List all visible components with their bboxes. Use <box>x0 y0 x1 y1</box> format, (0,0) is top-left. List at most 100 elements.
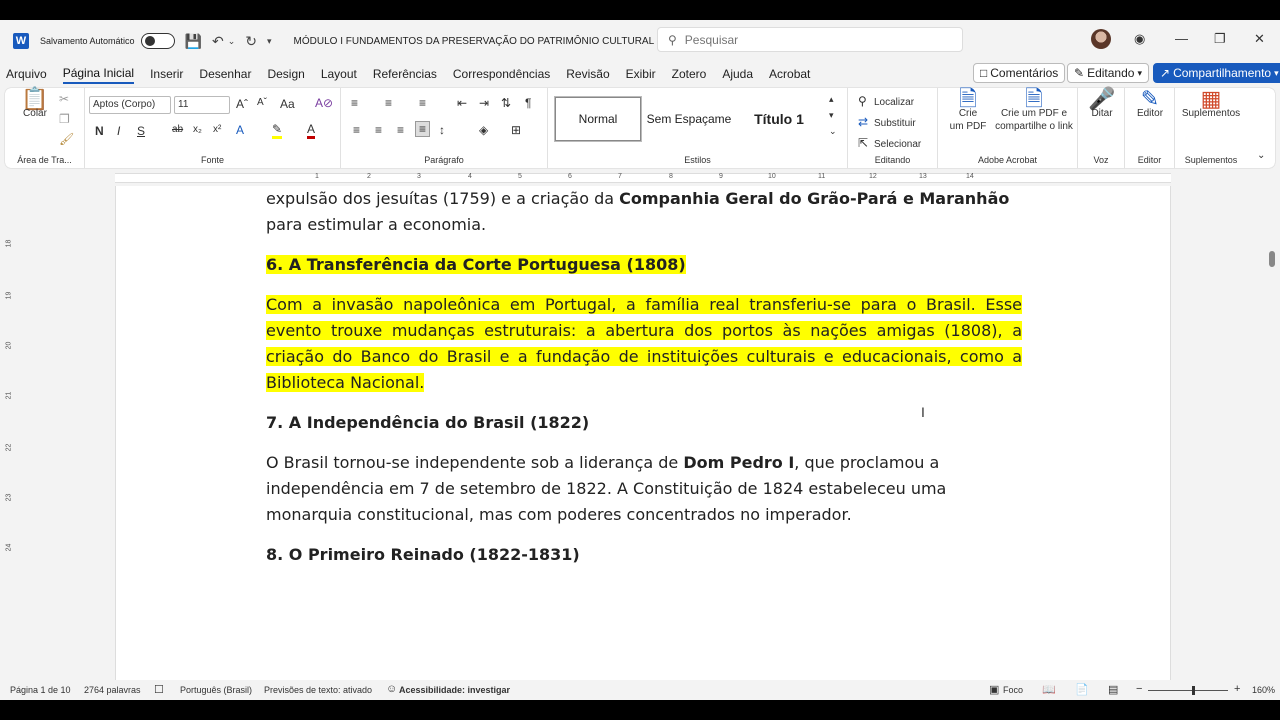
italic-icon[interactable]: I <box>117 124 120 138</box>
comments-button[interactable]: □ Comentários <box>973 63 1066 83</box>
cut-icon[interactable]: ✂ <box>59 92 69 106</box>
multilevel-list-icon[interactable]: ≡ <box>419 96 426 110</box>
paste-button[interactable]: 📋 Colar <box>19 88 51 120</box>
highlight-icon[interactable]: ✎ <box>272 122 283 139</box>
accessibility-icon[interactable]: ☺ <box>386 683 397 695</box>
shading-icon[interactable]: ◈ <box>479 123 488 137</box>
collapse-ribbon-icon[interactable]: ⌄ <box>1257 150 1265 161</box>
tab-arquivo[interactable]: Arquivo <box>6 65 47 83</box>
tab-revisao[interactable]: Revisão <box>566 65 609 83</box>
search-box[interactable]: ⚲ <box>657 27 963 52</box>
addins-button[interactable]: ▦ Suplementos <box>1179 88 1243 120</box>
style-heading-1[interactable]: Título 1 <box>736 96 822 142</box>
zoom-out-icon[interactable]: − <box>1136 683 1142 695</box>
shrink-font-icon[interactable]: Aˇ <box>257 97 267 108</box>
section-heading[interactable]: 7. A Independência do Brasil (1822) <box>266 410 1022 436</box>
borders-icon[interactable]: ⊞ <box>511 123 521 137</box>
dictate-button[interactable]: 🎤 Ditar <box>1082 88 1122 120</box>
zoom-slider-thumb[interactable] <box>1192 686 1195 695</box>
web-layout-icon[interactable]: ▤ <box>1108 683 1118 696</box>
numbering-icon[interactable]: ≡ <box>385 96 392 110</box>
replace-icon[interactable]: ⇄ <box>858 115 868 129</box>
language-status[interactable]: Português (Brasil) <box>180 685 252 695</box>
read-mode-icon[interactable]: 📖 <box>1042 683 1056 696</box>
tab-layout[interactable]: Layout <box>321 65 357 83</box>
tab-design[interactable]: Design <box>267 65 304 83</box>
find-icon[interactable]: ⚲ <box>858 94 867 108</box>
font-color-icon[interactable]: A <box>307 122 316 139</box>
document-page[interactable]: expulsão dos jesuítas (1759) e a criação… <box>115 186 1171 680</box>
text-effects-icon[interactable]: A <box>236 123 244 137</box>
word-count[interactable]: 2764 palavras <box>84 685 141 695</box>
autosave-toggle[interactable] <box>140 33 175 49</box>
create-pdf-button[interactable]: 🗎 Crie um PDF <box>946 88 990 133</box>
clear-formatting-icon[interactable]: A⊘ <box>315 96 333 110</box>
chevron-down-icon[interactable]: ⌄ <box>228 36 236 47</box>
section-heading[interactable]: 6. A Transferência da Corte Portuguesa (… <box>266 252 1022 278</box>
line-spacing-icon[interactable]: ↕ <box>439 123 445 137</box>
tab-exibir[interactable]: Exibir <box>626 65 656 83</box>
page-count[interactable]: Página 1 de 10 <box>10 685 71 695</box>
superscript-icon[interactable]: x² <box>213 124 221 135</box>
style-normal[interactable]: Normal <box>554 96 642 142</box>
section-heading[interactable]: 8. O Primeiro Reinado (1822-1831) <box>266 542 1022 568</box>
focus-mode-button[interactable]: Foco <box>1003 685 1023 695</box>
share-button[interactable]: ↗ Compartilhamento ▾ <box>1153 63 1280 83</box>
font-family-select[interactable]: Aptos (Corpo) <box>89 96 171 114</box>
pilcrow-icon[interactable]: ¶ <box>525 96 531 110</box>
tab-correspondencias[interactable]: Correspondências <box>453 65 550 83</box>
subscript-icon[interactable]: x₂ <box>193 124 202 135</box>
horizontal-ruler[interactable]: 1 2 3 4 5 6 7 8 9 10 11 12 13 14 <box>0 170 1280 186</box>
styles-more-icon[interactable]: ⌄ <box>829 126 837 137</box>
tab-inserir[interactable]: Inserir <box>150 65 183 83</box>
save-icon[interactable]: 💾 <box>185 33 202 50</box>
tab-referencias[interactable]: Referências <box>373 65 437 83</box>
replace-label[interactable]: Substituir <box>874 118 916 129</box>
restore-button[interactable]: ❐ <box>1214 31 1226 47</box>
paragraph[interactable]: O Brasil tornou-se independente sob a li… <box>266 450 1022 528</box>
tab-pagina-inicial[interactable]: Página Inicial <box>62 64 135 84</box>
document-title[interactable]: MÓDULO I FUNDAMENTOS DA PRESERVAÇÃO DO P… <box>294 36 655 47</box>
find-label[interactable]: Localizar <box>874 97 914 108</box>
align-left-icon[interactable]: ≡ <box>353 123 360 137</box>
avatar[interactable] <box>1091 29 1111 49</box>
scrollbar-thumb[interactable] <box>1269 251 1275 267</box>
vertical-ruler[interactable]: 18 19 20 21 22 23 24 <box>0 186 16 680</box>
print-layout-icon[interactable]: 📄 <box>1075 683 1089 696</box>
proofing-icon[interactable]: ☐ <box>154 683 164 696</box>
redo-icon[interactable]: ↻ <box>245 33 257 50</box>
sort-icon[interactable]: ⇅ <box>501 96 511 110</box>
vertical-scrollbar[interactable] <box>1264 186 1280 680</box>
copy-icon[interactable]: ❐ <box>59 112 70 126</box>
zoom-level[interactable]: 160% <box>1252 685 1275 695</box>
grow-font-icon[interactable]: Aˆ <box>236 97 248 111</box>
zoom-slider[interactable] <box>1148 690 1228 691</box>
strikethrough-icon[interactable]: ab <box>172 124 183 135</box>
editing-mode-button[interactable]: ✎ Editando ▾ <box>1067 63 1149 83</box>
justify-icon[interactable]: ≡ <box>415 121 431 137</box>
bullets-icon[interactable]: ≡ <box>351 96 358 110</box>
select-label[interactable]: Selecionar <box>874 139 921 150</box>
change-case-icon[interactable]: Aa <box>280 97 295 111</box>
underline-icon[interactable]: S <box>137 124 145 138</box>
accessibility-status[interactable]: Acessibilidade: investigar <box>399 685 510 695</box>
focus-icon[interactable]: ▣ <box>989 683 999 696</box>
minimize-button[interactable]: — <box>1175 31 1188 46</box>
tab-ajuda[interactable]: Ajuda <box>722 65 753 83</box>
text-predictions-status[interactable]: Previsões de texto: ativado <box>264 685 372 695</box>
paragraph[interactable]: expulsão dos jesuítas (1759) e a criação… <box>266 186 1022 238</box>
close-button[interactable]: ✕ <box>1254 31 1265 47</box>
lightbulb-icon[interactable]: ◉ <box>1134 31 1145 47</box>
format-painter-icon[interactable]: 🖌 <box>59 132 74 146</box>
styles-scroll-down-icon[interactable]: ▾ <box>829 110 834 121</box>
bold-icon[interactable]: N <box>95 124 104 138</box>
editor-button[interactable]: ✎ Editor <box>1129 88 1171 120</box>
decrease-indent-icon[interactable]: ⇤ <box>457 96 467 110</box>
document-content[interactable]: expulsão dos jesuítas (1759) e a criação… <box>266 186 1022 582</box>
document-canvas[interactable]: expulsão dos jesuítas (1759) e a criação… <box>16 186 1264 680</box>
font-size-select[interactable]: 11 <box>174 96 230 114</box>
zoom-in-icon[interactable]: + <box>1234 683 1240 695</box>
styles-scroll-up-icon[interactable]: ▴ <box>829 94 834 105</box>
style-no-spacing[interactable]: Sem Espaçame <box>646 96 732 142</box>
create-share-pdf-button[interactable]: 🗎 Crie um PDF e compartilhe o link <box>992 88 1076 133</box>
